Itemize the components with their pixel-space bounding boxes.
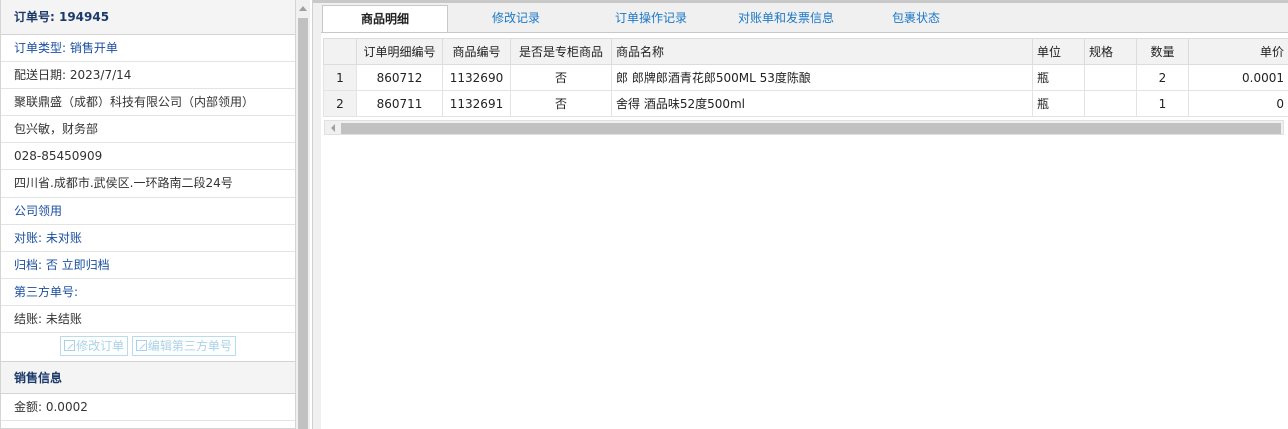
product-details-panel: 订单明细编号 商品编号 是否是专柜商品 商品名称 单位 规格 数量 单价 1 8…: [321, 32, 1288, 429]
grid-header-row: 订单明细编号 商品编号 是否是专柜商品 商品名称 单位 规格 数量 单价: [323, 38, 1288, 65]
scrollbar-thumb[interactable]: [298, 18, 308, 429]
contact-person: 包兴敏，财务部: [1, 116, 295, 144]
unit-price-cell: 0.0001: [1188, 64, 1288, 91]
grid-horizontal-scrollbar[interactable]: [324, 120, 1284, 135]
column-header[interactable]: 订单明细编号: [356, 38, 443, 65]
order-info-list: 订单号: 194945 订单类型: 销售开单 配送日期: 2023/7/14 聚…: [0, 0, 296, 429]
row-number: 1: [323, 64, 357, 91]
product-name-link[interactable]: 郎 郎牌郎酒青花郎500ML 53度陈酿: [611, 64, 1033, 91]
column-header[interactable]: 商品名称: [611, 38, 1033, 65]
spec-cell: [1084, 64, 1137, 91]
scroll-left-arrow-icon[interactable]: [331, 124, 335, 132]
order-actions: 修改订单 编辑第三方单号: [1, 333, 295, 361]
product-id-link[interactable]: 1132691: [442, 90, 511, 117]
unit-price-cell: 0: [1188, 90, 1288, 117]
order-info-panel: 订单号: 194945 订单类型: 销售开单 配送日期: 2023/7/14 聚…: [0, 0, 313, 429]
unit-cell: 瓶: [1032, 90, 1085, 117]
row-number-header: [323, 38, 357, 65]
edit-third-party-label: 编辑第三方单号: [147, 339, 232, 354]
table-row[interactable]: 2 860711 1132691 否 舍得 酒品味52度500ml 瓶 1 0: [323, 90, 1288, 117]
product-name-link[interactable]: 舍得 酒品味52度500ml: [611, 90, 1033, 117]
edit-icon: [64, 340, 76, 352]
scroll-up-arrow-icon[interactable]: [299, 6, 307, 11]
order-number-header: 订单号: 194945: [1, 0, 295, 35]
third-party-number: 第三方单号:: [1, 279, 295, 306]
is-counter-cell: 否: [510, 90, 612, 117]
column-header[interactable]: 单位: [1032, 38, 1085, 65]
sales-info-header: 销售信息: [1, 361, 295, 395]
column-header[interactable]: 商品编号: [442, 38, 511, 65]
tab-product-details[interactable]: 商品明细: [322, 5, 448, 33]
settle-status: 结账: 未结账: [1, 306, 295, 334]
tab-statement-invoice[interactable]: 对账单和发票信息: [716, 5, 856, 33]
detail-area: 商品明细 修改记录 订单操作记录 对账单和发票信息 包裹状态 订单明细编号 商品…: [313, 0, 1288, 429]
product-grid: 订单明细编号 商品编号 是否是专柜商品 商品名称 单位 规格 数量 单价 1 8…: [323, 38, 1288, 117]
table-row[interactable]: 1 860712 1132690 否 郎 郎牌郎酒青花郎500ML 53度陈酿 …: [323, 64, 1288, 91]
sales-amount: 金额: 0.0002: [1, 394, 295, 422]
product-id-link[interactable]: 1132690: [442, 64, 511, 91]
order-type: 订单类型: 销售开单: [1, 35, 295, 63]
column-header[interactable]: 是否是专柜商品: [510, 38, 612, 65]
customer-company: 聚联鼎盛（成都）科技有限公司（内部领用）: [1, 89, 295, 117]
edit-third-party-button[interactable]: 编辑第三方单号: [131, 336, 236, 357]
row-number: 2: [323, 90, 357, 117]
tab-change-log[interactable]: 修改记录: [461, 5, 571, 33]
detail-id-cell: 860712: [356, 64, 443, 91]
delivery-date: 配送日期: 2023/7/14: [1, 62, 295, 90]
left-vertical-scrollbar[interactable]: [296, 0, 310, 429]
column-header[interactable]: 单价: [1188, 38, 1288, 65]
reconcile-status: 对账: 未对账: [1, 225, 295, 252]
spec-cell: [1084, 90, 1137, 117]
scrollbar-thumb[interactable]: [341, 123, 1281, 134]
contact-phone: 028-85450909: [1, 143, 295, 171]
unit-cell: 瓶: [1032, 64, 1085, 91]
detail-tabs: 商品明细 修改记录 订单操作记录 对账单和发票信息 包裹状态: [321, 3, 1288, 33]
edit-icon: [135, 340, 147, 352]
quantity-cell: 2: [1136, 64, 1189, 91]
order-usage: 公司领用: [1, 198, 295, 225]
edit-order-button[interactable]: 修改订单: [60, 336, 129, 357]
tab-package-status[interactable]: 包裹状态: [866, 5, 966, 33]
archive-status[interactable]: 归档: 否 立即归档: [1, 252, 295, 279]
column-header[interactable]: 规格: [1084, 38, 1137, 65]
delivery-address: 四川省.成都市.武侯区.一环路南二段24号: [1, 170, 295, 198]
column-header[interactable]: 数量: [1136, 38, 1189, 65]
quantity-cell: 1: [1136, 90, 1189, 117]
edit-order-label: 修改订单: [76, 339, 125, 354]
detail-id-cell: 860711: [356, 90, 443, 117]
tab-order-operation-log[interactable]: 订单操作记录: [586, 5, 716, 33]
is-counter-cell: 否: [510, 64, 612, 91]
